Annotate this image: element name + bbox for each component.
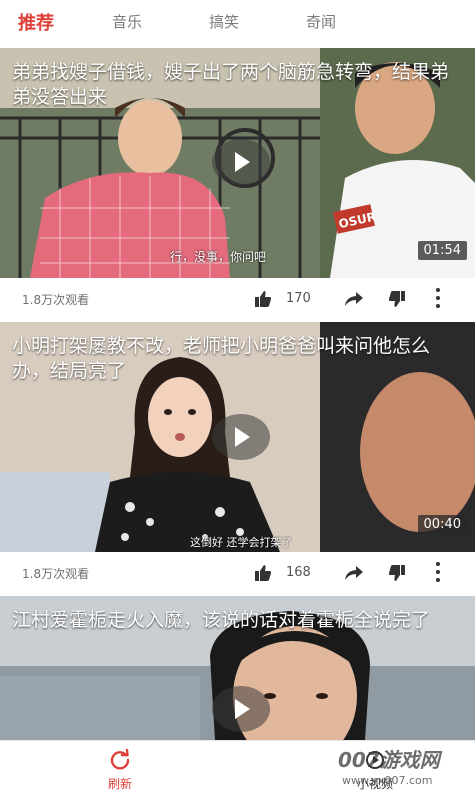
refresh-button[interactable]: 刷新 [100, 747, 140, 791]
thumbs-down-icon[interactable] [388, 290, 406, 308]
more-options-icon[interactable] [435, 562, 441, 584]
video-meta-bar: 1.8万次观看 170 [0, 278, 475, 322]
top-tab-bar: 推荐 音乐 搞笑 奇闻 [0, 0, 475, 46]
video-title: 小明打架屡教不改，老师把小明爸爸叫来问他怎么办，结局亮了 [12, 335, 431, 382]
video-subtitle: 行，没事，你问吧 [170, 250, 267, 264]
share-icon[interactable] [344, 290, 364, 308]
like-count: 168 [286, 565, 311, 580]
video-thumbnail[interactable]: OSUR 弟弟找嫂子借钱，嫂子出了两个脑筋急转弯，结果弟弟没答出来 行，没事，你… [0, 48, 475, 278]
tab-music[interactable]: 音乐 [112, 11, 142, 32]
play-button[interactable] [212, 686, 270, 732]
watermark-brand: 007游戏网 [338, 748, 440, 772]
tab-funny[interactable]: 搞笑 [209, 11, 239, 32]
tab-recommend[interactable]: 推荐 [18, 9, 54, 35]
video-thumbnail[interactable]: 江村爱霍栀走火入魔，该说的话对着霍栀全说完了 [0, 596, 475, 740]
tab-oddities[interactable]: 奇闻 [306, 11, 336, 32]
video-duration: 00:40 [417, 515, 467, 534]
refresh-label: 刷新 [107, 777, 132, 791]
site-watermark: 007游戏网 www.yx007.com [330, 742, 475, 794]
video-card[interactable]: OSUR 弟弟找嫂子借钱，嫂子出了两个脑筋急转弯，结果弟弟没答出来 行，没事，你… [0, 48, 475, 322]
thumbs-up-icon[interactable] [254, 564, 272, 582]
video-thumbnail[interactable]: 小明打架屡教不改，老师把小明爸爸叫来问他怎么办，结局亮了 这倒好 还学会打架了 … [0, 322, 475, 552]
video-title: 江村爱霍栀走火入魔，该说的话对着霍栀全说完了 [12, 609, 431, 631]
view-count: 1.8万次观看 [22, 293, 90, 307]
thumbs-down-icon[interactable] [388, 564, 406, 582]
thumbs-up-icon[interactable] [254, 290, 272, 308]
video-subtitle: 这倒好 还学会打架了 [190, 536, 293, 549]
more-options-icon[interactable] [435, 288, 441, 310]
play-button[interactable] [212, 414, 270, 460]
play-button[interactable] [212, 139, 270, 185]
video-card[interactable]: 小明打架屡教不改，老师把小明爸爸叫来问他怎么办，结局亮了 这倒好 还学会打架了 … [0, 322, 475, 596]
video-card[interactable]: 江村爱霍栀走火入魔，该说的话对着霍栀全说完了 [0, 596, 475, 740]
like-count: 170 [286, 291, 311, 306]
video-duration: 01:54 [417, 241, 467, 260]
refresh-icon [110, 748, 130, 770]
share-icon[interactable] [344, 564, 364, 582]
video-title: 弟弟找嫂子借钱，嫂子出了两个脑筋急转弯，结果弟弟没答出来 [12, 61, 450, 108]
video-meta-bar: 1.8万次观看 168 [0, 552, 475, 596]
watermark-url: www.yx007.com [342, 774, 433, 787]
view-count: 1.8万次观看 [22, 567, 90, 581]
